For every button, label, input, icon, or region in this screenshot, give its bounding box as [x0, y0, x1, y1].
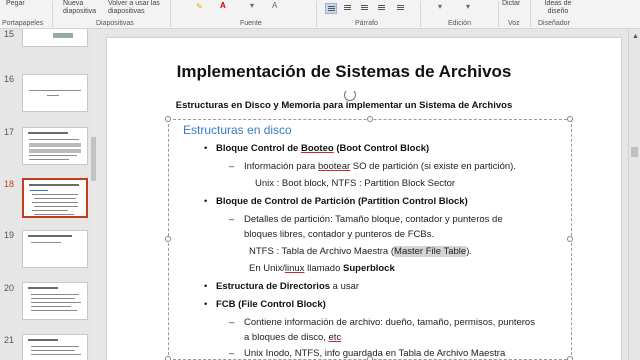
scrollbar-thumb[interactable] [91, 137, 96, 181]
thumbnail-number: 21 [4, 335, 15, 345]
thumbnail-number: 15 [4, 29, 15, 39]
slide-thumbnail-20[interactable] [22, 282, 88, 320]
thumbnail-scrollbar[interactable] [90, 29, 97, 360]
resize-handle[interactable] [567, 356, 573, 360]
selected-text: Master File Table [394, 246, 467, 257]
design-ideas-button[interactable]: Ideas de diseño [538, 0, 578, 16]
ribbon-separator [316, 1, 317, 27]
group-label-slides: Diapositivas [96, 20, 134, 27]
paste-button[interactable]: Pegar [6, 0, 25, 8]
slide-thumbnail-pane: 15 16 17 18 19 20 21 [0, 29, 98, 360]
thumbnail-number: 16 [4, 74, 15, 84]
dash-icon: – [229, 161, 235, 172]
list-item: Detalles de partición: Tamaño bloque, co… [244, 214, 503, 225]
new-slide-button[interactable]: Nueva diapositiva [63, 0, 103, 16]
slide-thumbnail-21[interactable] [22, 334, 88, 360]
list-item: Unix Inodo, NTFS, info guardada en Tabla… [244, 348, 506, 359]
editor-scrollbar[interactable]: ▲ [628, 29, 640, 360]
slide-thumbnail-16[interactable] [22, 74, 88, 112]
resize-handle[interactable] [165, 236, 171, 242]
resize-handle[interactable] [567, 116, 573, 122]
resize-handle[interactable] [165, 356, 171, 360]
scrollbar-thumb[interactable] [631, 147, 638, 157]
list-item: Información para bootear SO de partición… [244, 161, 516, 172]
ribbon-separator [498, 1, 499, 27]
list-item: Bloque Control de Booteo (Boot Control B… [216, 143, 430, 154]
thumbnail-number: 20 [4, 283, 15, 293]
dash-icon: – [229, 214, 235, 225]
group-label-clipboard: Portapapeles [2, 20, 44, 27]
group-label-voice: Voz [508, 20, 520, 27]
group-label-designer: Diseñador [538, 20, 570, 27]
dash-icon: – [229, 317, 235, 328]
thumbnail-number: 17 [4, 127, 15, 137]
resize-handle[interactable] [165, 116, 171, 122]
group-label-editing: Edición [448, 20, 471, 27]
slide-canvas[interactable]: Implementación de Sistemas de Archivos E… [107, 38, 621, 360]
scroll-up-icon[interactable]: ▲ [632, 33, 639, 40]
ribbon-separator [530, 1, 531, 27]
resize-handle[interactable] [367, 116, 373, 122]
list-item: Bloque de Control de Partición (Partitio… [216, 196, 468, 207]
thumbnail-number: 18 [4, 179, 15, 189]
font-dropdown-icon[interactable]: ▾ [250, 1, 254, 10]
justify-icon[interactable] [376, 3, 388, 14]
slide-thumbnail-17[interactable] [22, 127, 88, 165]
thumbnail-number: 19 [4, 230, 15, 240]
bullet-icon: • [204, 143, 208, 154]
edit-dropdown-icon[interactable]: ▾ [438, 2, 442, 11]
resize-handle[interactable] [567, 236, 573, 242]
content-placeholder[interactable]: Estructuras en disco • Bloque Control de… [165, 116, 573, 360]
group-label-paragraph: Párrafo [355, 20, 378, 27]
bullet-icon: • [204, 299, 208, 310]
ribbon: Pegar Nueva diapositiva Volver a usar la… [0, 0, 640, 29]
list-item: Contiene información de archivo: dueño, … [244, 317, 535, 328]
ribbon-separator [52, 1, 53, 27]
content-heading: Estructuras en disco [183, 123, 292, 137]
align-left-icon[interactable] [325, 3, 337, 14]
ribbon-separator [420, 1, 421, 27]
list-item: bloques libres, contador y punteros de F… [244, 229, 435, 240]
bullet-icon: • [204, 281, 208, 292]
ribbon-separator [170, 1, 171, 27]
font-color-icon[interactable]: A [220, 1, 226, 10]
clear-format-icon[interactable]: A [272, 1, 277, 10]
list-item: Estructura de Directorios a usar [216, 281, 360, 292]
dash-icon: – [229, 348, 235, 359]
slide-title[interactable]: Implementación de Sistemas de Archivos [107, 62, 581, 82]
slide-thumbnail-19[interactable] [22, 230, 88, 268]
reuse-slides-button[interactable]: Volver a usar las diapositivas [108, 0, 166, 16]
slide-thumbnail-15[interactable] [22, 29, 88, 47]
slide-thumbnail-18[interactable] [22, 178, 88, 218]
list-item: FCB (File Control Block) [216, 299, 326, 310]
list-item: a bloques de disco, etc [244, 332, 342, 343]
align-center-icon[interactable] [342, 3, 354, 14]
align-right-icon[interactable] [359, 3, 371, 14]
slide-editor: Implementación de Sistemas de Archivos E… [98, 29, 628, 360]
edit-dropdown-icon[interactable]: ▾ [466, 2, 470, 11]
group-label-font: Fuente [240, 20, 262, 27]
list-item: NTFS : Tabla de Archivo Maestra (Master … [249, 246, 473, 257]
list-item: Unix : Boot block, NTFS : Partition Bloc… [255, 178, 456, 189]
dictate-button[interactable]: Dictar [502, 0, 520, 8]
slide-subtitle[interactable]: Estructuras en Disco y Memoria para impl… [107, 100, 581, 111]
list-item: En Unix/linux llamado Superblock [249, 263, 395, 274]
columns-icon[interactable] [395, 3, 407, 14]
highlight-icon[interactable]: ✎ [196, 2, 203, 11]
bullet-icon: • [204, 196, 208, 207]
